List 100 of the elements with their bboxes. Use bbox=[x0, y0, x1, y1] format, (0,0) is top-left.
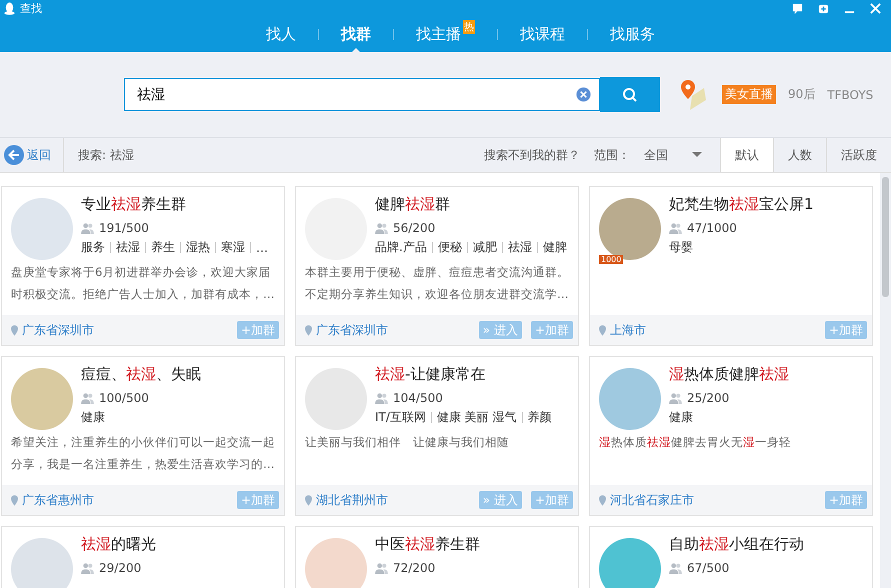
member-count: 67/500 bbox=[687, 561, 730, 575]
search-icon bbox=[622, 86, 638, 102]
back-link[interactable]: 返回 bbox=[0, 138, 64, 172]
group-tag: 健康 bbox=[669, 409, 693, 426]
avatar-photo bbox=[305, 538, 367, 588]
nav-tab[interactable]: 找人 bbox=[244, 15, 318, 53]
member-count: 56/200 bbox=[393, 221, 436, 235]
hot-badge: 热 bbox=[463, 20, 475, 34]
group-description: 让美丽与我们相伴 让健康与我们相随 bbox=[304, 434, 510, 451]
member-count: 100/500 bbox=[99, 391, 149, 405]
group-tag: 养颜 bbox=[528, 409, 552, 426]
location-link[interactable]: 广东省惠州市 bbox=[22, 492, 94, 508]
people-icon bbox=[669, 392, 682, 404]
group-tag: 服务 bbox=[81, 239, 105, 256]
map-pin-icon[interactable] bbox=[678, 78, 708, 112]
member-count: 29/200 bbox=[99, 561, 142, 575]
group-description: 盘庚堂专家将于6月初进群举办会诊，欢迎大家届时积极交流。拒绝广告人士加入，加群有成本，… bbox=[10, 264, 276, 303]
nav-tab[interactable]: 找课程 bbox=[498, 15, 587, 53]
location-link[interactable]: 河北省石家庄市 bbox=[610, 492, 694, 508]
nav-tab[interactable]: 找服务 bbox=[588, 15, 677, 53]
people-icon bbox=[375, 562, 388, 574]
group-card[interactable]: 湿热体质健脾祛湿 25/200 健康 湿热体质祛湿健脾去胃火无湿一身轻 河北省石家庄市 +加群 bbox=[589, 356, 873, 516]
nav-tab[interactable]: 找群 bbox=[319, 15, 393, 53]
people-icon bbox=[375, 222, 388, 234]
group-card[interactable]: 1000 妃梵生物祛湿宝公屏1 47/1000 母婴 上海市 +加群 bbox=[589, 186, 873, 346]
location-pin-icon bbox=[305, 324, 312, 336]
member-count: 72/200 bbox=[393, 561, 436, 575]
people-icon bbox=[669, 562, 682, 574]
group-tag: 祛湿 bbox=[508, 239, 532, 256]
group-tag: 品牌.产品 bbox=[375, 239, 427, 256]
search-query-text: 搜索: 祛湿 bbox=[77, 146, 134, 164]
people-icon bbox=[81, 392, 94, 404]
location-link[interactable]: 上海市 bbox=[610, 322, 646, 338]
group-title: 健脾祛湿群 bbox=[375, 195, 451, 215]
caret-icon bbox=[692, 152, 702, 158]
group-tag: 寒湿 bbox=[221, 239, 245, 256]
member-count: 191/500 bbox=[99, 221, 149, 235]
group-title: 湿热体质健脾祛湿 bbox=[669, 365, 790, 385]
location-link[interactable]: 湖北省荆州市 bbox=[316, 492, 388, 508]
hot-search-link[interactable]: 90后 bbox=[788, 86, 816, 103]
group-title: 中医祛湿养生群 bbox=[375, 535, 481, 555]
member-count: 47/1000 bbox=[687, 221, 737, 235]
avatar-photo bbox=[599, 538, 661, 588]
location-pin-icon bbox=[11, 324, 18, 336]
group-card[interactable]: 痘痘、祛湿、失眠 100/500 健康 希望关注，注重养生的小伙伴们可以一起交流一起分享，我是一名注重养生，热爱生活喜欢学习的… 广东省惠州市 +加群 bbox=[1, 356, 285, 516]
group-tag: 健脾 bbox=[542, 239, 567, 256]
close-icon[interactable] bbox=[870, 2, 881, 14]
group-card[interactable]: 祛湿的曙光 29/200 bbox=[1, 526, 285, 588]
people-icon bbox=[81, 562, 94, 574]
location-link[interactable]: 广东省深圳市 bbox=[22, 322, 94, 338]
location-pin-icon bbox=[11, 494, 18, 506]
group-card[interactable]: 健脾祛湿群 56/200 品牌.产品 便秘 减肥 祛湿 健脾 本群主要用于便秘、虚胖、痘痘患者交流沟通群。不定期分享养生知识，欢迎各位朋友进群交流学… 广东省深圳市 » 进入 +加群 bbox=[295, 186, 579, 346]
hot-search-link[interactable]: TFBOYS bbox=[827, 88, 874, 102]
group-tag: … bbox=[256, 240, 268, 254]
member-count: 25/200 bbox=[687, 391, 730, 405]
location-pin-icon bbox=[305, 494, 312, 506]
location-link[interactable]: 广东省深圳市 bbox=[316, 322, 388, 338]
group-description: 湿热体质祛湿健脾去胃火无湿一身轻 bbox=[598, 434, 792, 451]
group-card[interactable]: 祛湿-让健康常在 104/500 IT/互联网 健康 美丽 湿气 养颜 让美丽与我们相伴 让健康与我们相随 湖北省荆州市 » 进入 +加群 bbox=[295, 356, 579, 516]
group-description: 希望关注，注重养生的小伙伴们可以一起交流一起分享，我是一名注重养生，热爱生活喜欢学习的… bbox=[10, 434, 276, 473]
group-tag: 健康 bbox=[81, 409, 105, 426]
group-title: 祛湿-让健康常在 bbox=[375, 365, 486, 385]
search-button[interactable] bbox=[600, 77, 660, 112]
scope-dropdown[interactable]: 全国 bbox=[644, 146, 702, 164]
member-count: 104/500 bbox=[393, 391, 443, 405]
group-title: 自助祛湿小组在行动 bbox=[669, 535, 805, 555]
location-pin-icon bbox=[599, 324, 606, 336]
group-tag: 减肥 bbox=[472, 239, 497, 256]
clear-icon[interactable] bbox=[576, 87, 591, 102]
scrollbar-thumb[interactable] bbox=[882, 177, 889, 297]
location-pin-icon bbox=[599, 494, 606, 506]
group-card[interactable]: 专业祛湿养生群 191/500 服务 祛湿 养生 湿热 寒湿 … 盘庚堂专家将于6月初进群举办会诊，欢迎大家届时积极交流。拒绝广告人士加入，加群有成本，… 广东省深圳市 +加群 bbox=[1, 186, 285, 346]
group-tag: 健康 美丽 湿气 bbox=[436, 409, 517, 426]
group-card[interactable]: 自助祛湿小组在行动 67/500 bbox=[589, 526, 873, 588]
sort-tab[interactable]: 默认 bbox=[720, 138, 773, 172]
feedback-icon[interactable] bbox=[792, 2, 803, 14]
group-tag: 便秘 bbox=[438, 239, 462, 256]
group-description: 本群主要用于便秘、虚胖、痘痘患者交流沟通群。不定期分享养生知识，欢迎各位朋友进群交流学… bbox=[304, 264, 570, 303]
sort-tab[interactable]: 人数 bbox=[773, 138, 826, 172]
group-tag: 养生 bbox=[151, 239, 175, 256]
group-tag: IT/互联网 bbox=[375, 409, 426, 426]
group-title: 妃梵生物祛湿宝公屏1 bbox=[669, 195, 815, 215]
level-badge: 1000 bbox=[599, 255, 624, 264]
avatar-photo bbox=[11, 538, 73, 588]
search-field[interactable]: 祛湿 bbox=[124, 78, 600, 111]
group-tag: 祛湿 bbox=[116, 239, 140, 256]
window-title: 查找 bbox=[20, 0, 42, 16]
scope-label: 范围： bbox=[594, 146, 630, 164]
group-title: 专业祛湿养生群 bbox=[81, 195, 187, 215]
group-tag: 湿热 bbox=[186, 239, 210, 256]
people-icon bbox=[669, 222, 682, 234]
hot-search-link[interactable]: 美女直播 bbox=[722, 85, 776, 104]
sort-tab[interactable]: 活跃度 bbox=[826, 138, 891, 172]
group-title: 祛湿的曙光 bbox=[81, 535, 157, 555]
group-title: 痘痘、祛湿、失眠 bbox=[81, 365, 202, 385]
group-card[interactable]: 中医祛湿养生群 72/200 bbox=[295, 526, 579, 588]
people-icon bbox=[375, 392, 388, 404]
people-icon bbox=[81, 222, 94, 234]
not-found-link[interactable]: 搜索不到我的群？ bbox=[484, 146, 580, 164]
group-tag: 母婴 bbox=[669, 239, 693, 256]
